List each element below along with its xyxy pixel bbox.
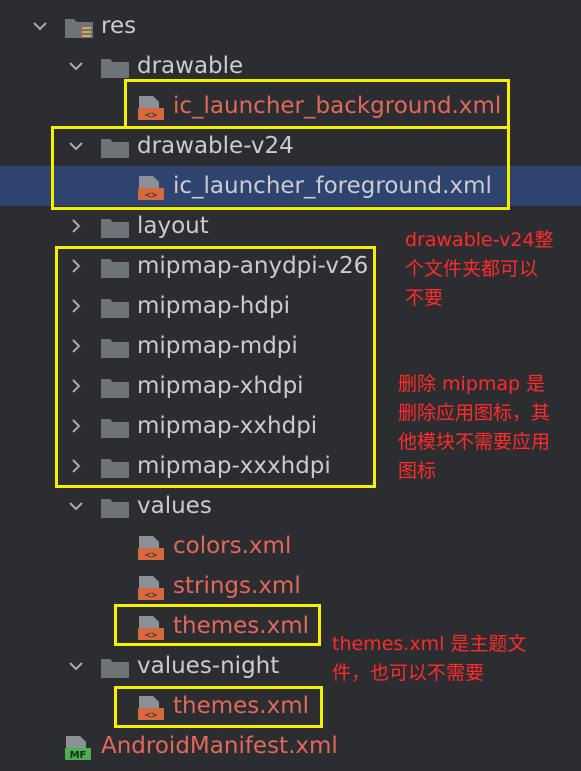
folder-icon [101,499,129,518]
chevron-right-icon[interactable] [64,446,88,486]
svg-text:<>: <> [145,550,157,561]
tree-label-night-themes-xml: themes.xml [173,693,310,719]
tree-label-mipmap: mipmap-hdpi [137,293,290,319]
folder-icon [101,59,129,78]
folder-icon [101,259,129,278]
tree-row-ic-launcher-background[interactable]: <> ic_launcher_background.xml [0,86,581,126]
chevron-right-icon[interactable] [64,366,88,406]
tree-label-drawable-v24: drawable-v24 [137,133,294,159]
tree-row-android-manifest[interactable]: MF AndroidManifest.xml [0,726,581,766]
folder-icon [101,219,129,238]
xml-file-icon: <> [138,576,164,601]
chevron-right-icon[interactable] [64,286,88,326]
tree-label-drawable: drawable [137,53,244,79]
tree-row-drawable-v24[interactable]: drawable-v24 [0,126,581,166]
project-tree: res drawable <> ic_launcher_background.x… [0,0,581,771]
chevron-down-icon[interactable] [64,486,88,526]
tree-label-values-night: values-night [137,653,280,679]
chevron-right-icon[interactable] [64,326,88,366]
tree-label-ic-launcher-background: ic_launcher_background.xml [173,93,502,119]
tree-label-strings-xml: strings.xml [173,573,301,599]
tree-label-mipmap: mipmap-xhdpi [137,373,304,399]
tree-label-mipmap: mipmap-mdpi [137,333,298,359]
annotation-drawable-v24: drawable-v24整 个文件夹都可以 不要 [405,229,554,309]
tree-label-colors-xml: colors.xml [173,533,292,559]
xml-file-icon: <> [138,616,164,641]
chevron-right-icon[interactable] [64,246,88,286]
folder-icon [101,659,129,678]
folder-icon [101,139,129,158]
svg-text:<>: <> [145,590,157,601]
tree-label-mipmap: mipmap-xxxhdpi [137,453,331,479]
xml-file-icon: <> [138,536,164,561]
folder-icon [101,379,129,398]
svg-text:<>: <> [145,190,157,201]
tree-row-values[interactable]: values [0,486,581,526]
chevron-down-icon[interactable] [64,126,88,166]
tree-label-ic-launcher-foreground: ic_launcher_foreground.xml [173,173,492,199]
folder-icon [101,419,129,438]
chevron-right-icon[interactable] [64,206,88,246]
chevron-down-icon[interactable] [28,6,52,46]
tree-row-ic-launcher-foreground[interactable]: <> ic_launcher_foreground.xml [0,166,581,206]
svg-text:<>: <> [145,630,157,641]
svg-text:MF: MF [70,750,87,761]
xml-file-icon: <> [138,96,164,121]
tree-row-night-themes-xml[interactable]: <> themes.xml [0,686,581,726]
tree-row-strings-xml[interactable]: <> strings.xml [0,566,581,606]
svg-text:<>: <> [145,710,157,721]
xml-file-icon: <> [138,176,164,201]
annotation-mipmap: 删除 mipmap 是 删除应用图标，其 他模块不需要应用 图标 [398,373,551,482]
chevron-right-icon[interactable] [64,406,88,446]
chevron-down-icon[interactable] [64,646,88,686]
tree-row-colors-xml[interactable]: <> colors.xml [0,526,581,566]
tree-row-res[interactable]: res [0,6,581,46]
svg-text:<>: <> [145,110,157,121]
manifest-file-icon: MF [65,736,91,761]
annotation-themes: themes.xml 是主题文 件，也可以不需要 [332,633,527,684]
tree-row-mipmap[interactable]: mipmap-mdpi [0,326,581,366]
resource-folder-icon [65,19,93,38]
tree-label-layout: layout [137,213,209,239]
xml-file-icon: <> [138,696,164,721]
tree-label-android-manifest: AndroidManifest.xml [101,733,338,759]
folder-icon [101,459,129,478]
chevron-down-icon[interactable] [64,46,88,86]
tree-label-themes-xml: themes.xml [173,613,310,639]
folder-icon [101,339,129,358]
folder-icon [101,299,129,318]
tree-label-res: res [101,13,137,39]
tree-label-mipmap: mipmap-xxhdpi [137,413,318,439]
tree-label-values: values [137,493,212,519]
tree-label-mipmap: mipmap-anydpi-v26 [137,253,369,279]
tree-row-drawable[interactable]: drawable [0,46,581,86]
